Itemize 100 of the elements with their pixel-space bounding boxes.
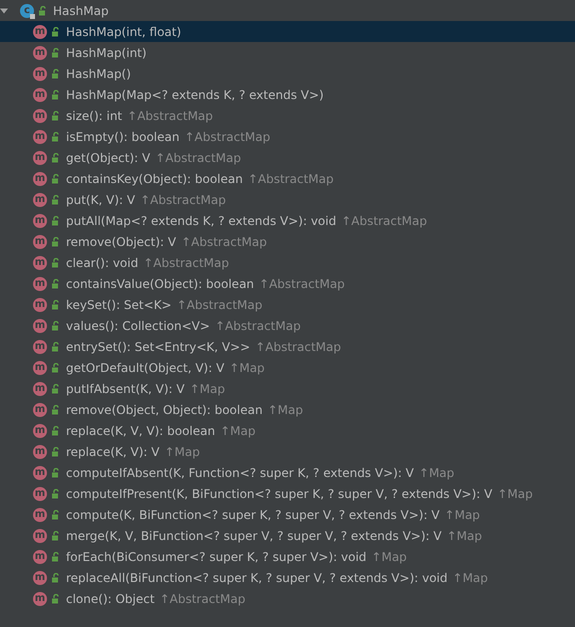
inherited-from-label: ↑AbstractMap [184,130,270,144]
tree-item-label: compute(K, BiFunction<? super K, ? super V, ? extends V>): V [66,508,440,522]
tree-item-label: containsKey(Object): boolean [66,172,243,186]
tree-item[interactable]: m HashMap(Map<? extends K, ? extends V>) [0,84,575,105]
method-icon: m [33,592,47,606]
lock-icon [51,90,60,100]
tree-item[interactable]: m putAll(Map<? extends K, ? extends V>): void ↑AbstractMap [0,210,575,231]
inherited-from-label: ↑AbstractMap [160,592,246,606]
tree-item-label: HashMap(int, float) [66,24,182,38]
inherited-from-label: ↑AbstractMap [155,150,241,164]
expand-toggle-icon[interactable] [0,6,8,14]
inherited-from-label: ↑AbstractMap [181,234,267,248]
inherited-from-label: ↑AbstractMap [248,172,334,186]
method-icon: m [33,256,47,270]
tree-item[interactable]: m remove(Object): V ↑AbstractMap [0,231,575,252]
class-icon: c [20,4,34,18]
tree-item-label: clone(): Object [66,592,155,606]
method-icon: m [33,486,47,500]
method-icon: m [33,172,47,186]
inherited-from-label: ↑Map [164,444,200,458]
tree-item[interactable]: m computeIfAbsent(K, Function<? super K, ? extends V>): V ↑Map [0,462,575,483]
lock-icon [38,6,47,16]
method-icon: m [33,24,47,38]
tree-item[interactable]: m clear(): void ↑AbstractMap [0,252,575,273]
tree-item-label: HashMap(Map<? extends K, ? extends V>) [66,88,324,102]
tree-item[interactable]: m get(Object): V ↑AbstractMap [0,147,575,168]
tree-item[interactable]: m HashMap(int, float) [0,21,575,42]
tree-item-label: HashMap [53,4,109,18]
tree-item[interactable]: m clone(): Object ↑AbstractMap [0,588,575,609]
method-icon: m [33,402,47,416]
inherited-from-label: ↑Map [497,486,533,500]
tree-item[interactable]: m entrySet(): Set<Entry<K, V>> ↑AbstractMap [0,336,575,357]
inherited-from-label: ↑Map [418,466,454,480]
lock-icon [51,404,60,414]
tree-item-label: values(): Collection<V> [66,318,210,332]
tree-item[interactable]: m getOrDefault(Object, V): V ↑Map [0,357,575,378]
lock-icon [51,26,60,36]
tree-item[interactable]: m putIfAbsent(K, V): V ↑Map [0,378,575,399]
method-icon: m [33,570,47,584]
inherited-from-label: ↑AbstractMap [341,214,427,228]
method-icon: m [33,150,47,164]
tree-item-label: putIfAbsent(K, V): V [66,382,185,396]
method-icon: m [33,234,47,248]
lock-icon [51,530,60,540]
lock-icon [51,216,60,226]
tree-item-label: HashMap() [66,66,131,80]
tree-item[interactable]: m HashMap() [0,63,575,84]
tree-item[interactable]: m forEach(BiConsumer<? super K, ? super V>): void ↑Map [0,546,575,567]
inherited-from-label: ↑AbstractMap [127,108,213,122]
method-icon: m [33,88,47,102]
lock-icon [51,68,60,78]
tree-item[interactable]: m values(): Collection<V> ↑AbstractMap [0,315,575,336]
tree-item-label: isEmpty(): boolean [66,130,180,144]
tree-item[interactable]: m remove(Object, Object): boolean ↑Map [0,399,575,420]
tree-item[interactable]: m HashMap(int) [0,42,575,63]
tree-item[interactable]: m put(K, V): V ↑AbstractMap [0,189,575,210]
tree-item-label: containsValue(Object): boolean [66,276,254,290]
tree-item[interactable]: m size(): int ↑AbstractMap [0,105,575,126]
tree-item[interactable]: m replaceAll(BiFunction<? super K, ? super V, ? extends V>): void ↑Map [0,567,575,588]
method-icon: m [33,214,47,228]
tree-item-label: getOrDefault(Object, V): V [66,360,224,374]
method-icon: m [33,550,47,564]
method-icon: m [33,360,47,374]
method-icon: m [33,130,47,144]
tree-item-label: merge(K, V, BiFunction<? super V, ? super V, ? extends V>): V [66,528,442,542]
tree-item[interactable]: m merge(K, V, BiFunction<? super V, ? super V, ? extends V>): V ↑Map [0,525,575,546]
method-icon: m [33,276,47,290]
lock-icon [51,572,60,582]
lock-icon [51,258,60,268]
tree-item[interactable]: m isEmpty(): boolean ↑AbstractMap [0,126,575,147]
tree-item-label: clear(): void [66,256,138,270]
tree-item[interactable]: m keySet(): Set<K> ↑AbstractMap [0,294,575,315]
tree-item[interactable]: m containsKey(Object): boolean ↑AbstractMap [0,168,575,189]
tree-item[interactable]: m compute(K, BiFunction<? super K, ? super V, ? extends V>): V ↑Map [0,504,575,525]
method-icon: m [33,528,47,542]
lock-icon [51,236,60,246]
lock-icon [51,594,60,604]
lock-icon [51,342,60,352]
tree-item[interactable]: m computeIfPresent(K, BiFunction<? super K, ? super V, ? extends V>): V ↑Map [0,483,575,504]
tree-item[interactable]: m containsValue(Object): boolean ↑AbstractMap [0,273,575,294]
tree-item-label: entrySet(): Set<Entry<K, V>> [66,340,250,354]
tree-item[interactable]: m replace(K, V, V): boolean ↑Map [0,420,575,441]
method-icon: m [33,318,47,332]
lock-icon [51,552,60,562]
method-icon: m [33,508,47,522]
inherited-from-label: ↑AbstractMap [140,192,226,206]
tree-item-label: size(): int [66,108,122,122]
inherited-from-label: ↑AbstractMap [255,340,341,354]
lock-icon [51,174,60,184]
tree-item-label: putAll(Map<? extends K, ? extends V>): void [66,214,336,228]
tree-item-label: computeIfAbsent(K, Function<? super K, ? extends V>): V [66,466,414,480]
tree-item-label: remove(Object, Object): boolean [66,402,263,416]
tree-item[interactable]: m replace(K, V): V ↑Map [0,441,575,462]
tree-item-label: replaceAll(BiFunction<? super K, ? super V, ? extends V>): void [66,570,448,584]
tree-item[interactable]: c HashMap [0,0,575,21]
lock-icon [51,152,60,162]
method-icon: m [33,444,47,458]
method-icon: m [33,424,47,438]
method-icon: m [33,66,47,80]
lock-icon [51,510,60,520]
